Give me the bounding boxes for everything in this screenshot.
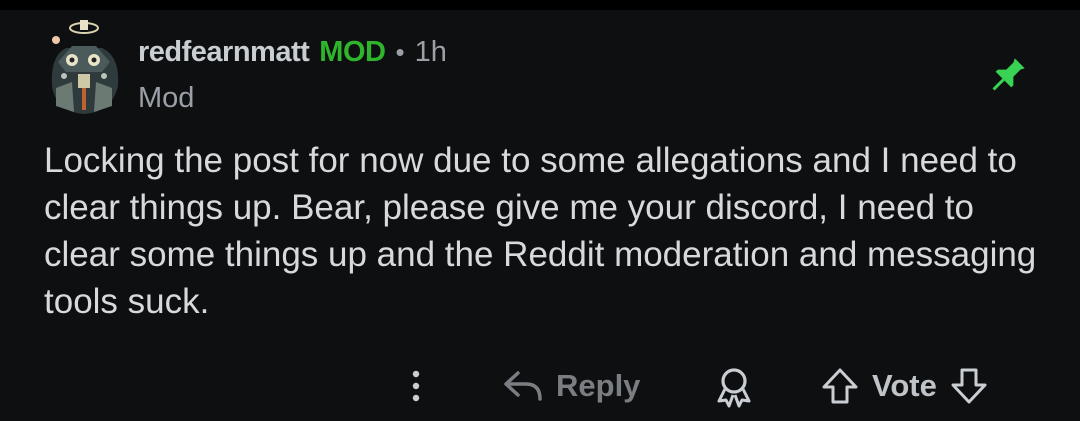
username-link[interactable]: redfearnmatt [138, 36, 310, 69]
comment-meta: redfearnmatt MOD • 1h [138, 36, 447, 69]
downvote-arrow-icon[interactable] [949, 366, 989, 406]
pin-icon [986, 54, 1028, 98]
more-options-button[interactable] [404, 365, 428, 407]
comment-card: redfearnmatt MOD • 1h Mod Locking the po… [0, 0, 1080, 421]
vote-label: Vote [872, 368, 937, 403]
comment-actions: Reply Vote [0, 355, 1080, 415]
upvote-arrow-icon[interactable] [820, 366, 860, 406]
reply-arrow-icon [502, 369, 544, 403]
avatar[interactable] [42, 16, 126, 116]
award-button[interactable] [712, 365, 756, 409]
comment-body: Locking the post for now due to some all… [44, 141, 1037, 321]
timestamp: 1h [414, 36, 447, 68]
vote-control: Vote [820, 365, 989, 407]
mod-badge: MOD [319, 36, 386, 68]
user-flair: Mod [138, 82, 195, 114]
award-icon [717, 368, 751, 408]
more-vertical-icon [412, 370, 420, 402]
reply-label: Reply [556, 368, 641, 403]
top-edge-bar [0, 0, 1080, 10]
reply-button[interactable]: Reply [502, 365, 640, 407]
meta-separator: • [395, 37, 405, 67]
